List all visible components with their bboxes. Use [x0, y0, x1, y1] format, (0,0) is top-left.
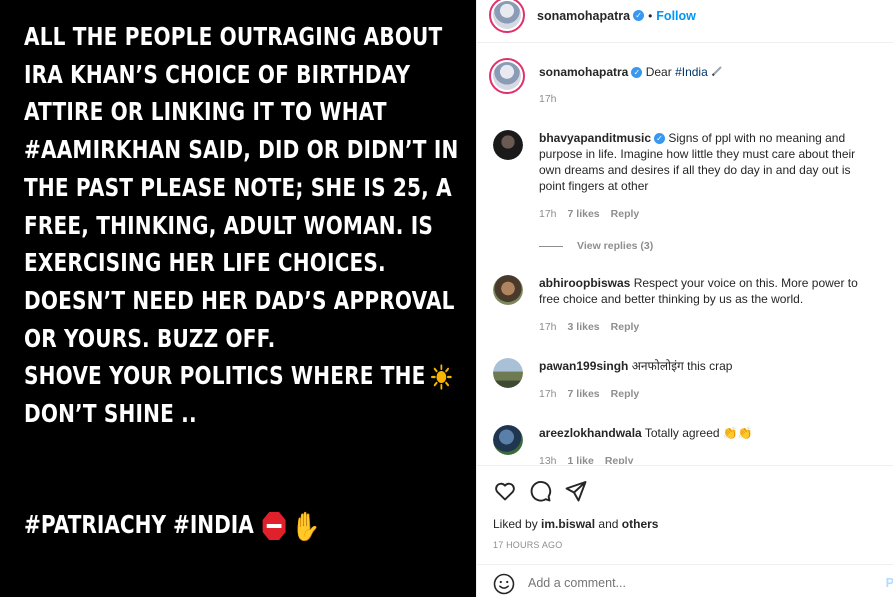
comment-body: abhiroopbiswas Respect your voice on thi… — [539, 275, 879, 307]
comment-body: pawan199singh अनफोलोइंग this crap — [539, 358, 879, 374]
verified-badge-icon: ✓ — [654, 133, 666, 145]
hashtags-text: #PATRIACHY #INDIA — [24, 510, 254, 539]
reply-button[interactable]: Reply — [611, 388, 640, 400]
caption-hashtag[interactable]: #India — [675, 65, 708, 79]
story-line: IRA KHAN’S CHOICE OF BIRTHDAY — [24, 59, 411, 89]
reply-button[interactable]: Reply — [611, 321, 640, 333]
comment-icon[interactable] — [528, 479, 552, 503]
separator-dot: • — [648, 9, 653, 23]
post-sidebar: sonamohapatra ✓ • Follow sonamohapatra ✓ Dea… — [476, 0, 893, 597]
verified-badge-icon: ✓ — [633, 10, 645, 22]
author-username[interactable]: sonamohapatra — [537, 9, 630, 23]
comment-text: Totally agreed 👏👏 — [644, 426, 753, 440]
story-line: ALL THE PEOPLE OUTRAGING ABOUT — [24, 22, 443, 51]
liked-by: Liked by im.biswal and others — [493, 517, 658, 531]
commenter-username[interactable]: areezlokhandwala — [539, 426, 642, 440]
liked-by-prefix: Liked by — [493, 517, 538, 531]
comment-likes[interactable]: 7 likes — [568, 388, 600, 400]
comment-meta: 17h 7 likes Reply — [539, 208, 650, 220]
story-line-text: SHOVE YOUR POLITICS WHERE THE — [24, 361, 426, 391]
commenter-username[interactable]: bhavyapanditmusic — [539, 131, 651, 145]
view-replies-button[interactable]: View replies (3) — [539, 240, 653, 252]
commenter-avatar[interactable] — [493, 358, 523, 388]
post-actions: Liked by im.biswal and others 17 HOURS A… — [477, 465, 893, 595]
story-line: OR YOURS. BUZZ OFF. — [24, 323, 276, 353]
caption-meta: 17h — [539, 93, 568, 105]
comment-time[interactable]: 17h — [539, 321, 557, 333]
commenter-avatar[interactable] — [493, 130, 523, 160]
liked-by-others[interactable]: others — [622, 517, 659, 531]
commenter-avatar[interactable] — [493, 275, 523, 305]
comment-likes[interactable]: 1 like — [568, 455, 594, 464]
caption-username[interactable]: sonamohapatra — [539, 65, 628, 79]
caption-text: Dear — [645, 65, 672, 79]
raised-hand-emoji-icon: ✋ — [291, 509, 321, 543]
commenter-username[interactable]: pawan199singh — [539, 359, 628, 373]
comment-time[interactable]: 13h — [539, 455, 557, 464]
post-timestamp[interactable]: 17 HOURS AGO — [493, 540, 562, 550]
emoji-smiley-icon[interactable] — [493, 573, 515, 595]
comment-time[interactable]: 17h — [539, 208, 557, 220]
post-comment-button[interactable]: P — [886, 576, 893, 590]
liked-by-and: and — [598, 517, 619, 531]
caption-body: sonamohapatra ✓ Dear #India — [539, 64, 879, 81]
pencil-emoji-icon — [711, 65, 723, 81]
commenter-username[interactable]: abhiroopbiswas — [539, 276, 630, 290]
follow-button[interactable]: Follow — [656, 9, 696, 23]
comment-meta: 13h 1 like Reply — [539, 455, 644, 464]
story-line: #AAMIRKHAN SAID, DID OR DIDN’T IN — [24, 135, 459, 165]
comment-meta: 17h 7 likes Reply — [539, 388, 650, 400]
add-comment-input[interactable] — [528, 576, 828, 590]
comment-likes[interactable]: 3 likes — [568, 321, 600, 333]
story-line: DOESN’T NEED HER DAD’S APPROVAL — [24, 285, 455, 315]
comment-text: अनफोलोइंग this crap — [631, 359, 733, 373]
reply-button[interactable]: Reply — [605, 455, 634, 464]
comment-time[interactable]: 17h — [539, 388, 557, 400]
comments-list[interactable]: sonamohapatra ✓ Dear #India 17h bhavyapan… — [477, 44, 893, 464]
post-image[interactable]: ALL THE PEOPLE OUTRAGING ABOUT IRA KHAN’… — [0, 0, 476, 597]
view-replies-label: View replies (3) — [577, 240, 654, 252]
story-text: ALL THE PEOPLE OUTRAGING ABOUT IRA KHAN’… — [24, 18, 467, 433]
story-line: THE PAST PLEASE NOTE; SHE IS 25, A — [24, 172, 452, 202]
post-header: sonamohapatra ✓ • Follow — [477, 0, 893, 43]
story-line: EXERCISING HER LIFE CHOICES. — [24, 248, 386, 278]
comment-body: areezlokhandwala Totally agreed 👏👏 — [539, 425, 879, 441]
reply-button[interactable]: Reply — [611, 208, 640, 220]
liked-by-user[interactable]: im.biswal — [541, 517, 595, 531]
comment-meta: 17h 3 likes Reply — [539, 321, 650, 333]
story-line: ATTIRE OR LINKING IT TO WHAT — [24, 97, 387, 127]
stop-sign-emoji-icon — [262, 511, 287, 541]
verified-badge-icon: ✓ — [631, 67, 643, 79]
author-avatar[interactable] — [489, 0, 525, 33]
heart-icon[interactable] — [493, 479, 517, 503]
comment-box: P — [477, 564, 893, 597]
comment-body: bhavyapanditmusic ✓ Signs of ppl with no … — [539, 130, 879, 194]
story-line: SHOVE YOUR POLITICS WHERE THE — [24, 357, 467, 395]
sun-emoji-icon — [430, 364, 452, 390]
commenter-avatar[interactable] — [493, 425, 523, 455]
caption-avatar[interactable] — [489, 58, 525, 94]
comment-likes[interactable]: 7 likes — [568, 208, 600, 220]
share-icon[interactable] — [564, 479, 588, 503]
story-line: FREE, THINKING, ADULT WOMAN. IS — [24, 210, 434, 240]
caption-time[interactable]: 17h — [539, 93, 557, 105]
replies-divider — [539, 245, 563, 247]
story-line: DON’T SHINE .. — [24, 399, 197, 429]
story-hashtags: #PATRIACHY #INDIA ✋ — [24, 506, 320, 545]
